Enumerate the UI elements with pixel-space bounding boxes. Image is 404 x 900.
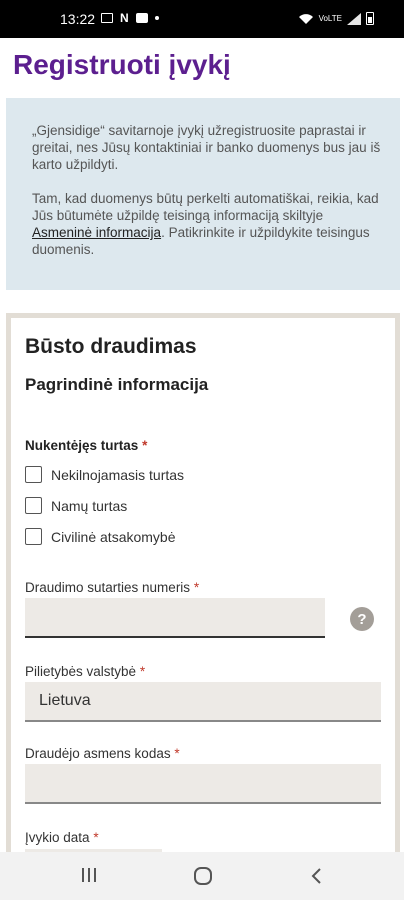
contract-number-label-text: Draudimo sutarties numeris [25, 580, 191, 595]
info-box: „Gjensidige“ savitarnoje įvykį užregistr… [6, 98, 400, 290]
required-mark: * [142, 438, 148, 453]
info-paragraph-2-text: Tam, kad duomenys būtų perkelti automati… [32, 191, 379, 223]
gallery-icon [101, 13, 113, 23]
checkbox-label: Civilinė atsakomybė [51, 528, 176, 545]
event-date-label-text: Įvykio data [25, 830, 90, 845]
insured-code-label-text: Draudėjo asmens kodas [25, 746, 171, 761]
status-time: 13:22 [60, 11, 96, 27]
checkbox-civil-liability[interactable]: Civilinė atsakomybė [25, 528, 176, 545]
contract-number-input[interactable] [25, 598, 325, 638]
checkbox-real-estate[interactable]: Nekilnojamasis turtas [25, 466, 184, 483]
chat-icon [135, 13, 148, 23]
home-icon[interactable] [193, 866, 213, 886]
checkbox-box[interactable] [25, 466, 42, 483]
contract-number-label: Draudimo sutarties numeris * [25, 580, 199, 595]
back-icon[interactable] [309, 866, 325, 886]
required-mark: * [93, 830, 99, 845]
form-title: Būsto draudimas [25, 335, 197, 358]
form-card: Būsto draudimas Pagrindinė informacija N… [6, 313, 400, 900]
page-title: Registruoti įvykį [13, 49, 231, 80]
notification-icons: N [101, 12, 159, 24]
checkbox-household-property[interactable]: Namų turtas [25, 497, 127, 514]
checkbox-box[interactable] [25, 528, 42, 545]
info-paragraph-2: Tam, kad duomenys būtų perkelti automati… [32, 190, 384, 258]
insured-code-label: Draudėjo asmens kodas * [25, 746, 180, 761]
status-bar: 13:22 N VoLTE [0, 0, 404, 38]
help-icon[interactable]: ? [350, 607, 374, 631]
citizenship-label-text: Pilietybės valstybė [25, 664, 137, 679]
n-icon: N [120, 11, 129, 25]
event-date-label: Įvykio data * [25, 830, 99, 845]
citizenship-select[interactable]: Lietuva [25, 682, 381, 722]
insured-code-input[interactable] [25, 764, 381, 804]
required-mark: * [174, 746, 180, 761]
signal-icon [347, 12, 361, 25]
required-mark: * [193, 580, 200, 595]
volte-icon: VoLTE [318, 13, 342, 23]
checkbox-label: Namų turtas [51, 497, 128, 514]
dot-icon [154, 16, 159, 20]
personal-info-link[interactable]: Asmeninė informacija [32, 225, 161, 240]
recents-icon[interactable] [80, 866, 98, 884]
citizenship-label: Pilietybės valstybė * [25, 664, 145, 679]
checkbox-label: Nekilnojamasis turtas [51, 466, 185, 483]
info-paragraph-1: „Gjensidige“ savitarnoje įvykį užregistr… [32, 123, 381, 172]
system-icons: VoLTE [298, 12, 374, 25]
battery-icon [366, 12, 374, 25]
required-mark: * [139, 664, 146, 679]
form-subtitle: Pagrindinė informacija [25, 375, 209, 394]
wifi-icon [298, 13, 313, 24]
checkbox-box[interactable] [25, 497, 42, 514]
damaged-property-label: Nukentėjęs turtas * [25, 438, 147, 453]
damaged-property-label-text: Nukentėjęs turtas [25, 438, 139, 453]
nav-bar [0, 852, 404, 900]
